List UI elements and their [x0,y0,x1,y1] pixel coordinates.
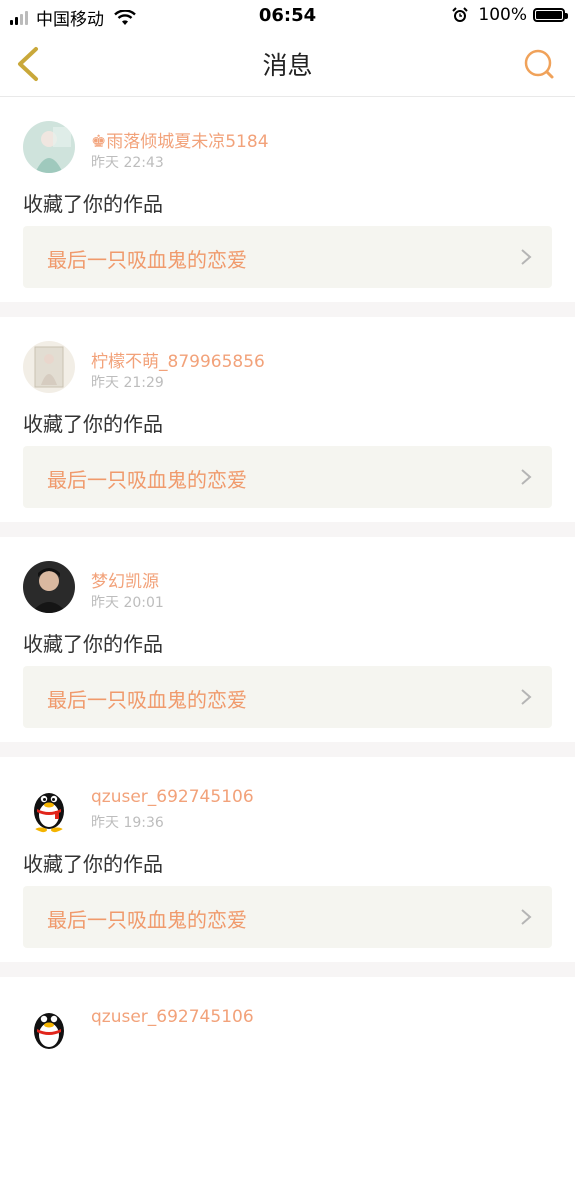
divider [0,962,575,977]
action-text: 收藏了你的作品 [23,192,163,216]
work-link[interactable]: 最后一只吸血鬼的恋爱 [23,446,552,508]
username[interactable]: 梦幻凯源 [91,567,159,592]
list-item: 梦幻凯源 昨天 20:01 收藏了你的作品 最后一只吸血鬼的恋爱 [0,537,575,742]
work-title: 最后一只吸血鬼的恋爱 [47,908,247,932]
avatar[interactable] [23,121,75,173]
chevron-right-icon [521,909,532,925]
username[interactable]: qzuser_692745106 [91,1007,254,1027]
avatar[interactable] [23,781,75,833]
work-link[interactable]: 最后一只吸血鬼的恋爱 [23,226,552,288]
page-title: 消息 [262,51,313,80]
chevron-right-icon [521,469,532,485]
timestamp: 昨天 20:01 [91,595,164,611]
work-title: 最后一只吸血鬼的恋爱 [47,468,247,492]
timestamp: 昨天 22:43 [91,155,164,171]
divider [0,302,575,317]
action-text: 收藏了你的作品 [23,412,163,436]
status-right: 100% [452,5,568,25]
list-item: ♚雨落倾城夏未凉5184 昨天 22:43 收藏了你的作品 最后一只吸血鬼的恋爱 [0,97,575,302]
avatar[interactable] [23,561,75,613]
chevron-right-icon [521,249,532,265]
action-text: 收藏了你的作品 [23,852,163,876]
alarm-icon [452,7,469,22]
list-item: 柠檬不萌_879965856 昨天 21:29 收藏了你的作品 最后一只吸血鬼的… [0,317,575,522]
work-title: 最后一只吸血鬼的恋爱 [47,248,247,272]
username[interactable]: ♚雨落倾城夏未凉5184 [91,127,269,152]
battery-percent: 100% [478,5,527,25]
search-button[interactable] [523,48,555,80]
action-text: 收藏了你的作品 [23,632,163,656]
work-link[interactable]: 最后一只吸血鬼的恋爱 [23,666,552,728]
username[interactable]: qzuser_692745106 [91,787,254,807]
username[interactable]: 柠檬不萌_879965856 [91,347,265,372]
divider [0,522,575,537]
work-title: 最后一只吸血鬼的恋爱 [47,688,247,712]
battery-icon [533,8,568,22]
list-item: qzuser_692745106 昨天 19:36 收藏了你的作品 最后一只吸血… [0,757,575,962]
chevron-right-icon [521,689,532,705]
avatar[interactable] [23,1001,75,1053]
status-bar: 中国移动 06:54 100% [0,0,575,32]
avatar[interactable] [23,341,75,393]
timestamp: 昨天 19:36 [91,815,164,831]
divider [0,742,575,757]
notification-list: ♚雨落倾城夏未凉5184 昨天 22:43 收藏了你的作品 最后一只吸血鬼的恋爱… [0,97,575,1182]
timestamp: 昨天 21:29 [91,375,164,391]
list-item: qzuser_692745106 [0,977,575,1182]
work-link[interactable]: 最后一只吸血鬼的恋爱 [23,886,552,948]
nav-bar: 消息 [0,32,575,97]
